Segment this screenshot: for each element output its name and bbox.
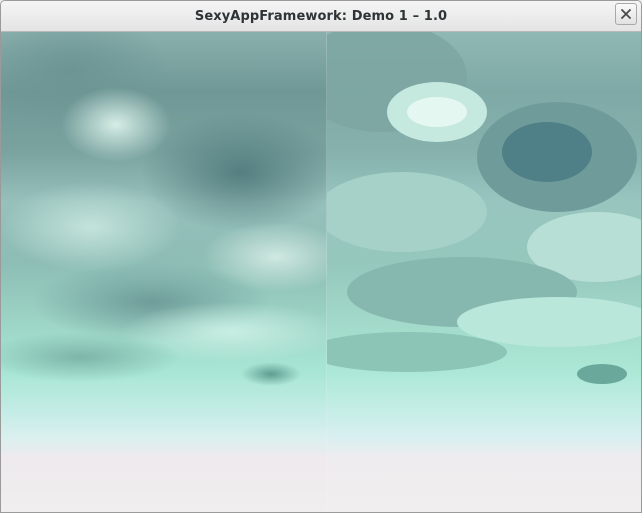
close-button[interactable] [615,3,637,25]
title-bar[interactable]: SexyAppFramework: Demo 1 – 1.0 [1,1,641,32]
close-icon [621,9,631,19]
sky-panel-smooth [1,32,327,512]
window-title: SexyAppFramework: Demo 1 – 1.0 [194,9,448,24]
panel-divider [326,32,327,512]
sky-panel-posterized [327,32,641,512]
game-canvas[interactable] [1,32,641,512]
app-window: SexyAppFramework: Demo 1 – 1.0 [0,0,642,513]
